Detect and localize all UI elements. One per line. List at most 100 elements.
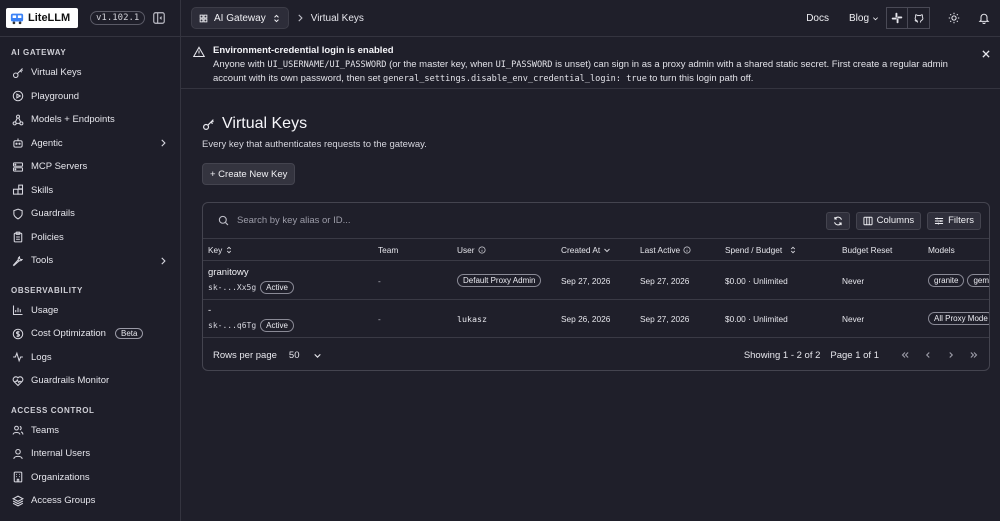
filters-button[interactable]: Filters [927, 211, 981, 230]
columns-icon [863, 216, 873, 225]
bot-icon [13, 138, 23, 148]
status-badge: Active [260, 319, 294, 332]
search-input[interactable] [237, 215, 597, 226]
sidebar-item-label: Virtual Keys [31, 67, 82, 79]
users-icon [12, 425, 24, 435]
shield-icon [13, 208, 23, 220]
table-header: Key Team User Created At Last Active Spe… [203, 240, 989, 261]
key-token: sk-...q6Tg [208, 321, 257, 330]
create-new-key-button[interactable]: + Create New Key [202, 163, 296, 185]
refresh-button[interactable] [825, 211, 850, 230]
page-title: Virtual Keys [202, 115, 979, 133]
page-title-text: Virtual Keys [222, 115, 308, 132]
columns-button[interactable]: Columns [855, 211, 922, 230]
litellm-logo[interactable]: LiteLLM [6, 8, 78, 28]
table-row[interactable]: granitowy sk-...Xx5g Active - Default Pr… [203, 262, 989, 300]
next-page-icon[interactable] [946, 350, 956, 360]
sidebar-item-playground[interactable]: Playground [0, 85, 180, 109]
sidebar-item-label: Cost Optimization [31, 328, 106, 340]
env-credential-warning-banner: Environment-credential login is enabled … [181, 37, 1000, 89]
sidebar-item-mcp-servers[interactable]: MCP Servers [0, 155, 180, 179]
sidebar-collapse-icon[interactable] [152, 11, 166, 25]
key-cell: granitowy sk-...Xx5g Active [208, 267, 294, 294]
sidebar-item-agentic[interactable]: Agentic [0, 132, 180, 156]
chevron-down-icon [873, 16, 878, 20]
column-header-key[interactable]: Key [208, 245, 233, 255]
key-icon [12, 67, 23, 78]
spend-cell: $0.00 · Unlimited [725, 275, 788, 286]
info-icon[interactable] [478, 246, 486, 254]
env-var-password: UI_PASSWORD [329, 60, 387, 70]
user-badge: Default Proxy Admin [457, 274, 542, 287]
sidebar-item-skills[interactable]: Skills [0, 179, 180, 203]
section-title: ACCESS CONTROL [11, 405, 95, 415]
key-alias[interactable]: - [208, 305, 211, 316]
sidebar-item-internal-users[interactable]: Internal Users [0, 442, 180, 466]
dollar-icon [12, 328, 24, 340]
created-at-cell: Sep 27, 2026 [561, 275, 611, 286]
table-row[interactable]: - sk-...q6Tg Active - lukasz Sep 26, 202… [203, 300, 989, 338]
info-icon[interactable] [683, 246, 691, 254]
logo-text: LiteLLM [28, 12, 71, 24]
close-icon[interactable] [981, 49, 991, 59]
user-cell: lukasz [457, 313, 487, 324]
slack-button[interactable] [886, 7, 908, 29]
previous-page-icon[interactable] [923, 350, 933, 360]
gateway-switcher[interactable]: AI Gateway [191, 7, 289, 29]
sidebar: LiteLLM v1.102.1 AI GATEWAY Virtual Keys… [0, 0, 181, 521]
wrench-icon [12, 255, 24, 266]
bar-chart-icon [12, 305, 23, 316]
sun-icon[interactable] [948, 12, 960, 24]
sidebar-item-tools[interactable]: Tools [0, 249, 180, 273]
sidebar-item-organizations[interactable]: Organizations [0, 466, 180, 490]
budget-reset-cell: Never [842, 275, 865, 286]
sidebar-item-label: Tools [31, 255, 54, 267]
model-badge: granite [928, 274, 965, 287]
sort-icon [227, 246, 232, 254]
server-icon [12, 162, 24, 172]
banner-content: Environment-credential login is enabled … [213, 45, 973, 88]
models-cell: All Proxy Mode [928, 312, 989, 325]
sidebar-item-guardrails-monitor[interactable]: Guardrails Monitor [0, 369, 180, 393]
first-page-icon[interactable] [900, 350, 910, 360]
last-page-icon[interactable] [969, 350, 979, 360]
sidebar-item-logs[interactable]: Logs [0, 346, 180, 370]
models-cell: granite gem [928, 274, 989, 287]
chevron-right-icon [161, 139, 166, 147]
top-actions: Docs Blog [806, 7, 990, 29]
column-header-created-at[interactable]: Created At [561, 245, 611, 255]
section-title: OBSERVABILITY [11, 285, 83, 295]
column-header-spend[interactable]: Spend / Budget [725, 245, 797, 255]
key-cell: - sk-...q6Tg Active [208, 305, 294, 332]
sidebar-item-access-groups[interactable]: Access Groups [0, 489, 180, 513]
chevron-right-icon [161, 257, 166, 265]
sidebar-item-label: Models + Endpoints [31, 114, 115, 126]
key-alias[interactable]: granitowy [208, 267, 249, 278]
banner-text-part: (or the master key, when [386, 59, 496, 70]
column-header-last-active: Last Active [640, 245, 691, 255]
refresh-icon [833, 216, 842, 225]
sidebar-item-virtual-keys[interactable]: Virtual Keys [0, 61, 180, 85]
top-bar: AI Gateway Virtual Keys Docs Blog [181, 0, 1000, 37]
docs-link[interactable]: Docs [806, 13, 829, 24]
status-badge: Active [260, 281, 294, 294]
column-header-budget-reset: Budget Reset [842, 245, 893, 255]
building-icon [13, 471, 23, 483]
sidebar-item-guardrails[interactable]: Guardrails [0, 202, 180, 226]
github-button[interactable] [908, 7, 930, 29]
sliders-icon [935, 217, 944, 224]
last-active-cell: Sep 27, 2026 [640, 275, 690, 286]
user-icon [13, 448, 23, 459]
sidebar-item-label: Logs [31, 351, 52, 363]
sidebar-item-usage[interactable]: Usage [0, 299, 180, 323]
sidebar-section-access-control: ACCESS CONTROL Teams Internal Users Orga… [0, 403, 180, 513]
rows-per-page-select[interactable]: 50 [289, 350, 323, 361]
sidebar-item-policies[interactable]: Policies [0, 226, 180, 250]
sidebar-item-label: Access Groups [31, 495, 96, 507]
blog-menu[interactable]: Blog [849, 13, 879, 24]
sidebar-item-models-endpoints[interactable]: Models + Endpoints [0, 108, 180, 132]
sidebar-item-cost-optimization[interactable]: Cost Optimization Beta [0, 322, 180, 346]
warning-triangle-icon [193, 46, 205, 58]
bell-icon[interactable] [978, 12, 990, 24]
sidebar-item-teams[interactable]: Teams [0, 419, 180, 443]
